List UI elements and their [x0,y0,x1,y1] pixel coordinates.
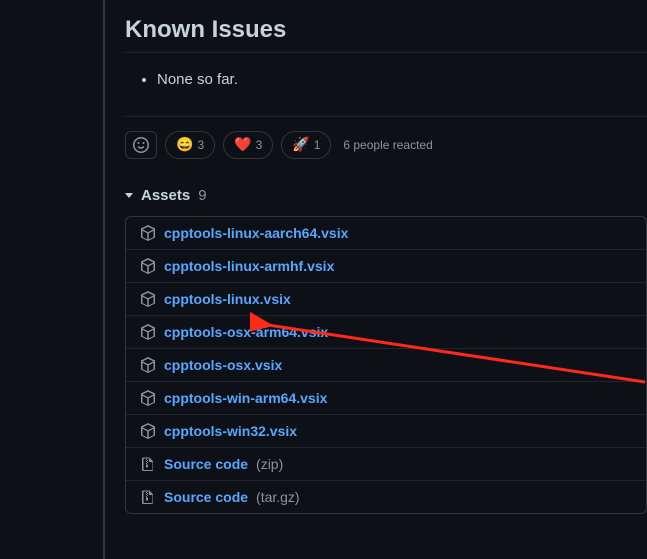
package-icon [140,225,156,241]
asset-link[interactable]: cpptools-win-arm64.vsix [164,390,327,406]
package-icon [140,390,156,406]
package-icon [140,291,156,307]
asset-row: cpptools-linux-armhf.vsix [126,249,646,282]
package-icon [140,357,156,373]
asset-row: cpptools-linux.vsix [126,282,646,315]
reaction-rocket[interactable]: 🚀 1 [281,131,331,159]
asset-row: Source code (zip) [126,447,646,480]
reaction-laugh[interactable]: 😄 3 [165,131,215,159]
reaction-count: 3 [197,138,204,152]
assets-count: 9 [198,187,206,204]
file-zip-icon [140,456,156,472]
issue-item: None so far. [157,69,647,92]
asset-link[interactable]: Source code [164,489,248,505]
reactions-bar: 😄 3 ❤️ 3 🚀 1 6 people reacted [125,131,647,159]
release-section: Known Issues None so far. 😄 3 ❤️ 3 🚀 1 6… [125,16,647,514]
timeline-line [103,0,105,559]
asset-link[interactable]: Source code [164,456,248,472]
asset-link[interactable]: cpptools-linux.vsix [164,291,291,307]
heart-icon: ❤️ [234,136,251,153]
asset-row: cpptools-osx.vsix [126,348,646,381]
asset-row: cpptools-win32.vsix [126,414,646,447]
caret-down-icon [125,193,133,198]
asset-link[interactable]: cpptools-win32.vsix [164,423,297,439]
asset-row: cpptools-linux-aarch64.vsix [126,217,646,249]
asset-row: Source code (tar.gz) [126,480,646,513]
file-zip-icon [140,489,156,505]
asset-ext: (tar.gz) [256,489,300,505]
asset-link[interactable]: cpptools-osx-arm64.vsix [164,324,328,340]
rocket-icon: 🚀 [292,136,309,153]
assets-list: cpptools-linux-aarch64.vsix cpptools-linu… [125,216,647,514]
add-reaction-button[interactable] [125,131,157,159]
laugh-icon: 😄 [176,136,193,153]
package-icon [140,423,156,439]
reaction-heart[interactable]: ❤️ 3 [223,131,273,159]
asset-row: cpptools-osx-arm64.vsix [126,315,646,348]
issues-list: None so far. [125,69,647,92]
asset-link[interactable]: cpptools-linux-armhf.vsix [164,258,334,274]
reaction-count: 3 [256,138,263,152]
known-issues-heading: Known Issues [125,16,647,53]
reaction-count: 1 [314,138,321,152]
asset-row: cpptools-win-arm64.vsix [126,381,646,414]
package-icon [140,324,156,340]
asset-link[interactable]: cpptools-linux-aarch64.vsix [164,225,348,241]
assets-label: Assets [141,187,190,204]
asset-ext: (zip) [256,456,283,472]
divider [125,116,647,117]
asset-link[interactable]: cpptools-osx.vsix [164,357,282,373]
package-icon [140,258,156,274]
smiley-icon [133,137,149,153]
assets-toggle[interactable]: Assets 9 [125,187,647,204]
reaction-summary: 6 people reacted [343,138,432,152]
